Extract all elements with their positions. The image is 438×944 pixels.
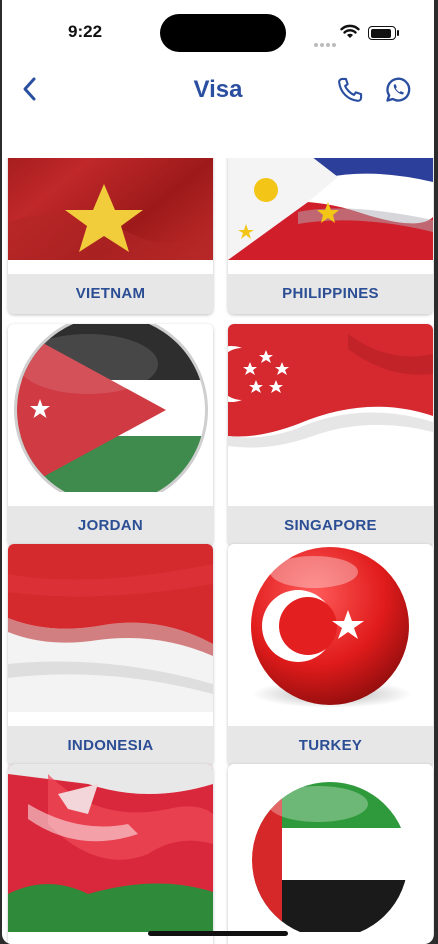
country-label-vietnam: VIETNAM bbox=[8, 274, 213, 314]
app-header: Visa bbox=[2, 62, 434, 122]
home-indicator bbox=[148, 931, 288, 936]
country-card-turkey[interactable]: TURKEY bbox=[228, 544, 433, 766]
country-label-philippines: PHILIPPINES bbox=[228, 274, 433, 314]
battery-icon bbox=[368, 26, 399, 40]
signal-icon bbox=[314, 32, 338, 51]
singapore-flag-image bbox=[228, 324, 433, 492]
phone-icon[interactable] bbox=[336, 76, 364, 104]
country-card-vietnam[interactable]: VIETNAM bbox=[8, 158, 213, 314]
country-card-uae[interactable] bbox=[228, 764, 433, 944]
country-label-indonesia: INDONESIA bbox=[8, 726, 213, 766]
country-card-indonesia[interactable]: INDONESIA bbox=[8, 544, 213, 766]
country-card-singapore[interactable]: SINGAPORE bbox=[228, 324, 433, 546]
screen: 9:22 Visa VIETNAM PHILIPPINES JORDAN SIN… bbox=[2, 0, 434, 944]
jordan-flag-image bbox=[8, 324, 213, 492]
indonesia-flag-image bbox=[8, 544, 213, 712]
dynamic-island bbox=[160, 14, 286, 52]
country-label-jordan: JORDAN bbox=[8, 506, 213, 546]
country-label-turkey: TURKEY bbox=[228, 726, 433, 766]
whatsapp-icon[interactable] bbox=[384, 76, 412, 104]
vietnam-flag-image bbox=[8, 158, 213, 260]
status-bar: 9:22 bbox=[2, 0, 434, 62]
country-card-oman[interactable] bbox=[8, 764, 213, 944]
philippines-flag-image bbox=[228, 158, 433, 260]
page-title: Visa bbox=[193, 76, 243, 103]
status-time: 9:22 bbox=[68, 22, 103, 41]
wifi-icon bbox=[340, 24, 360, 38]
country-grid: VIETNAM PHILIPPINES JORDAN SINGAPORE IND… bbox=[2, 158, 434, 944]
country-card-jordan[interactable]: JORDAN bbox=[8, 324, 213, 546]
oman-flag-image bbox=[8, 764, 213, 932]
uae-flag-image bbox=[228, 764, 433, 932]
turkey-flag-image bbox=[228, 544, 433, 712]
country-card-philippines[interactable]: PHILIPPINES bbox=[228, 158, 433, 314]
country-label-singapore: SINGAPORE bbox=[228, 506, 433, 546]
